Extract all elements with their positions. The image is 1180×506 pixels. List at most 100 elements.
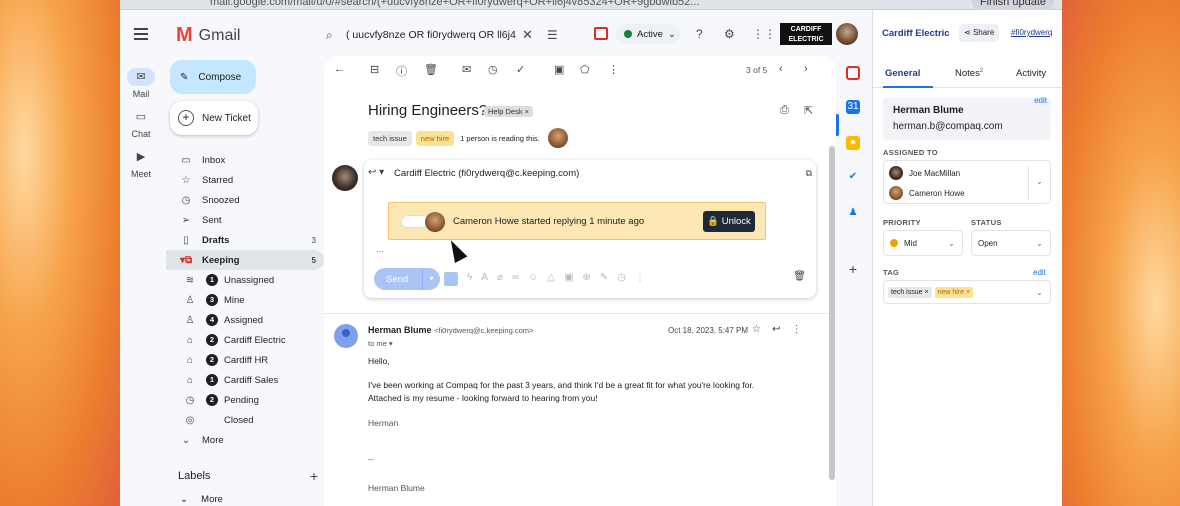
nav-more[interactable]: ⌄ More: [166, 430, 324, 450]
move-to-icon[interactable]: ▣: [554, 63, 564, 76]
snooze-icon[interactable]: ◷: [488, 63, 498, 76]
nav-keeping[interactable]: ▾⧉ Keeping 5: [166, 250, 324, 270]
keeping-extension-icon[interactable]: [594, 27, 608, 40]
new-ticket-button[interactable]: + New Ticket: [170, 101, 258, 135]
priority-select[interactable]: Mid ⌄: [883, 230, 963, 256]
more-options-icon[interactable]: ⋮: [635, 272, 645, 286]
more-vert-icon[interactable]: ⋮: [792, 324, 802, 335]
open-new-window-icon[interactable]: ⇱: [804, 104, 813, 117]
back-arrow-icon[interactable]: ←: [334, 63, 345, 75]
browser-url-bar[interactable]: mail.google.com/mail/u/0/#search/(+uucvf…: [120, 0, 1062, 10]
nav-mine[interactable]: ♙ 3 Mine: [166, 290, 324, 310]
print-icon[interactable]: ⎙: [780, 104, 789, 117]
account-avatar[interactable]: [836, 23, 858, 45]
delete-icon[interactable]: 🗑: [424, 63, 438, 76]
send-button[interactable]: Send ▾: [374, 268, 440, 290]
drive-icon[interactable]: △: [547, 272, 555, 286]
rail-mail[interactable]: ✉ Mail: [120, 68, 162, 99]
calendar-icon[interactable]: 31: [846, 100, 860, 114]
assignee-selector[interactable]: Joe MacMillan Cameron Howe ⌄: [883, 160, 1051, 204]
show-trimmed-icon[interactable]: ...: [376, 244, 384, 254]
contact-edit-link[interactable]: edit: [1034, 96, 1047, 105]
keep-notes-icon[interactable]: ●: [846, 136, 860, 150]
unlock-button[interactable]: 🔒 Unlock: [703, 211, 755, 232]
reply-from[interactable]: Cardiff Electric (fi0rydwerq@c.keeping.c…: [394, 168, 579, 179]
menu-icon[interactable]: [134, 28, 148, 40]
add-task-icon[interactable]: ✓: [516, 63, 525, 76]
nav-sent[interactable]: ➢ Sent: [166, 210, 324, 230]
tag-chip[interactable]: tech issue ×: [888, 286, 932, 298]
nav-starred[interactable]: ☆ Starred: [166, 170, 324, 190]
schedule-icon[interactable]: ◷: [617, 272, 626, 286]
label-icon[interactable]: ⬠: [580, 63, 590, 76]
mark-unread-icon[interactable]: ✉: [462, 63, 471, 76]
tag-tech-issue[interactable]: tech issue: [368, 130, 412, 146]
help-icon[interactable]: ?: [696, 27, 703, 41]
filter-options-icon[interactable]: ☰: [547, 28, 558, 42]
ticket-hash-link[interactable]: #fi0rydwerq: [1011, 28, 1052, 37]
labels-more[interactable]: ⌄ More: [180, 494, 223, 505]
tag-new-hire[interactable]: new hire: [415, 130, 455, 146]
emoji-icon[interactable]: ☺: [528, 272, 538, 286]
photo-icon[interactable]: ▣: [564, 272, 573, 286]
nav-cardiff-electric[interactable]: ⌂ 2 Cardiff Electric: [166, 330, 324, 350]
add-label-icon[interactable]: +: [310, 468, 318, 484]
tab-general[interactable]: General: [885, 68, 920, 79]
sender-name[interactable]: Herman Blume: [368, 325, 432, 335]
nav-cardiff-hr[interactable]: ⌂ 2 Cardiff HR: [166, 350, 324, 370]
lightning-icon[interactable]: ϟ: [467, 272, 472, 286]
finish-update-button[interactable]: Finish update: [971, 0, 1054, 10]
nav-drafts[interactable]: ▯ Drafts 3: [166, 230, 324, 250]
tag-edit-link[interactable]: edit: [1033, 268, 1046, 277]
add-addon-icon[interactable]: +: [846, 262, 860, 276]
archive-icon[interactable]: ⊟: [370, 63, 379, 76]
nav-closed[interactable]: ◎ Closed: [166, 410, 324, 430]
status-selector[interactable]: Active ⌄: [616, 24, 680, 44]
scrollbar[interactable]: [829, 146, 835, 480]
gear-icon[interactable]: ⚙: [724, 27, 735, 41]
tab-notes[interactable]: Notes2: [955, 68, 983, 79]
search-input[interactable]: ( uucvfy8nze OR fi0rydwerq OR ll6j4: [346, 29, 516, 41]
discard-draft-icon[interactable]: 🗑: [793, 271, 806, 282]
signature-icon[interactable]: ✎: [600, 272, 608, 286]
link-icon[interactable]: ∞: [512, 272, 519, 286]
nav-pending[interactable]: ◷ 2 Pending: [166, 390, 324, 410]
text-format-icon[interactable]: A: [481, 272, 488, 286]
tag-selector[interactable]: tech issue × new hire × ⌄: [883, 280, 1051, 304]
panel-mailbox-title[interactable]: Cardiff Electric: [882, 28, 950, 39]
gmail-logo[interactable]: M Gmail: [176, 24, 240, 47]
tab-activity[interactable]: Activity: [1016, 68, 1046, 79]
status-select[interactable]: Open ⌄: [971, 230, 1051, 256]
send-options-icon[interactable]: ▾: [422, 268, 440, 290]
search-icon[interactable]: ⌕: [326, 28, 346, 43]
compose-button[interactable]: ✎ Compose: [170, 60, 256, 94]
clear-search-icon[interactable]: ✕: [522, 27, 533, 43]
nav-cardiff-sales[interactable]: ⌂ 1 Cardiff Sales: [166, 370, 324, 390]
keeping-side-icon[interactable]: [846, 66, 860, 80]
tasks-icon[interactable]: ✔: [846, 170, 860, 184]
reply-type-icon[interactable]: ↩ ▾: [368, 167, 384, 178]
nav-assigned[interactable]: ♙ 4 Assigned: [166, 310, 324, 330]
nav-inbox[interactable]: ▭ Inbox: [166, 150, 324, 170]
prev-icon[interactable]: ‹: [779, 63, 783, 75]
apps-grid-icon[interactable]: ⋮⋮: [752, 27, 776, 41]
recipient-line[interactable]: to me ▾: [368, 339, 393, 348]
confidential-icon[interactable]: ⊕: [583, 272, 591, 286]
rail-chat[interactable]: ▭ Chat: [120, 108, 162, 139]
star-icon[interactable]: ☆: [752, 324, 761, 335]
reply-icon[interactable]: ↩: [772, 324, 780, 335]
nav-snoozed[interactable]: ◷ Snoozed: [166, 190, 324, 210]
share-button[interactable]: ⋖ Share: [959, 24, 1000, 42]
nav-unassigned[interactable]: ≋ 1 Unassigned: [166, 270, 324, 290]
report-icon[interactable]: ⓘ: [396, 63, 407, 79]
chevron-down-icon[interactable]: ⌄: [1036, 177, 1043, 186]
url-text[interactable]: mail.google.com/mail/u/0/#search/(+uucvf…: [210, 0, 699, 8]
more-vert-icon[interactable]: ⋮: [608, 63, 619, 76]
contacts-icon[interactable]: ♟: [846, 206, 860, 220]
keeping-template-icon[interactable]: [444, 272, 458, 286]
next-icon[interactable]: ›: [804, 63, 808, 75]
rail-meet[interactable]: ▶ Meet: [120, 148, 162, 179]
attach-icon[interactable]: ⌀: [497, 272, 503, 286]
help-desk-label-chip[interactable]: Help Desk ×: [484, 106, 534, 117]
pop-out-icon[interactable]: ⧉: [806, 168, 812, 179]
